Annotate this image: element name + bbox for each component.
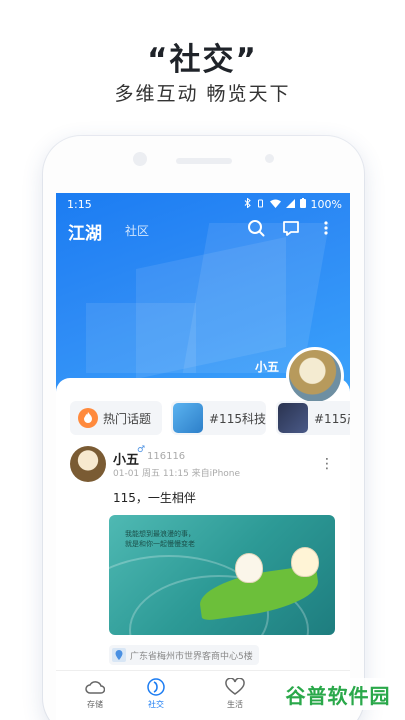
tab-label: 生活 xyxy=(227,700,243,709)
social-icon xyxy=(147,678,165,696)
tab-community[interactable]: 社区 xyxy=(125,222,149,239)
topic-label: #115产 xyxy=(314,411,350,426)
topic-label: #115科技 xyxy=(209,411,266,426)
watermark-logo: 谷普软件园 xyxy=(278,678,398,710)
topic-chip-tech[interactable]: #115科技 xyxy=(171,401,266,435)
status-time: 1:15 xyxy=(67,198,92,211)
promo-title: “社交” xyxy=(147,42,258,78)
profile-name: 小五 xyxy=(255,360,280,374)
promo-subtitle: 多维互动 畅览天下 xyxy=(114,83,291,105)
post-text: 115，一生相伴 xyxy=(113,491,196,505)
search-icon[interactable] xyxy=(246,218,266,238)
bluetooth-icon xyxy=(244,197,251,211)
earpiece-speaker xyxy=(176,158,232,164)
post-location[interactable]: 广东省梅州市世界客商中心5楼 xyxy=(109,645,259,665)
image-caption-line2: 就是和你一起慢慢变老 xyxy=(125,540,195,548)
post-author-uid: 116116 xyxy=(147,451,186,462)
app-title: 江湖 xyxy=(68,224,102,244)
tab-storage[interactable]: 存储 xyxy=(75,678,115,710)
post-image[interactable]: 我能想到最浪漫的事， 就是和你一起慢慢变老 xyxy=(109,515,335,635)
phone-screen: 1:15 100% 江湖 社区 小五 热门话题 #115科技 #115 小五 ♂… xyxy=(56,193,350,720)
signal-icon xyxy=(285,198,295,211)
sensor-icon xyxy=(265,154,274,163)
post-author-avatar[interactable] xyxy=(70,446,106,482)
cloud-icon xyxy=(85,681,105,694)
message-icon[interactable] xyxy=(281,218,301,238)
status-bar: 1:15 100% xyxy=(56,193,350,215)
heart-icon xyxy=(225,678,245,695)
tab-label: 存储 xyxy=(87,700,103,709)
duck-illustration xyxy=(235,553,263,583)
fire-icon xyxy=(78,408,98,428)
vibrate-icon xyxy=(256,198,265,211)
location-label: 广东省梅州市世界客商中心5楼 xyxy=(130,651,253,662)
tab-social[interactable]: 社交 xyxy=(136,678,176,710)
front-camera-icon xyxy=(133,152,147,166)
topic-chip-product[interactable]: #115产 xyxy=(276,401,350,435)
duck-illustration xyxy=(291,547,319,577)
topic-label: 热门话题 xyxy=(103,411,152,426)
topic-thumbnail xyxy=(173,403,203,433)
topic-chip-hot[interactable]: 热门话题 xyxy=(70,401,162,435)
post-more-icon[interactable]: ⋮ xyxy=(320,456,334,472)
battery-level: 100% xyxy=(310,198,342,211)
male-icon: ♂ xyxy=(137,445,146,455)
post-meta: 01-01 周五 11:15 来自iPhone xyxy=(113,469,241,479)
tab-label: 社交 xyxy=(148,700,164,709)
tab-life[interactable]: 生活 xyxy=(215,678,255,710)
more-vertical-icon[interactable] xyxy=(316,218,336,238)
image-caption-line1: 我能想到最浪漫的事， xyxy=(125,530,195,538)
map-icon xyxy=(112,648,126,662)
battery-icon xyxy=(299,198,306,211)
profile-avatar[interactable] xyxy=(286,347,344,405)
wifi-icon xyxy=(269,198,281,211)
topic-thumbnail xyxy=(278,403,308,433)
